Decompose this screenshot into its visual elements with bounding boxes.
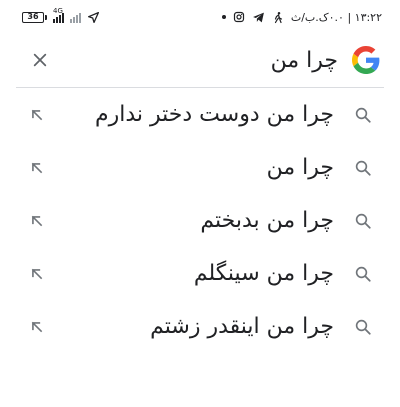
close-button[interactable]	[28, 48, 52, 72]
signal-icon-dim	[70, 11, 81, 23]
search-header: چرا من	[0, 34, 400, 86]
telegram-icon	[252, 12, 264, 22]
close-icon	[33, 53, 47, 67]
instagram-icon	[233, 11, 244, 23]
suggestion-list: چرا من دوست دختر ندارم چرا من چرا من بدب…	[0, 88, 400, 353]
status-bar: 36 4G ۱۳:۲۲ | ۰.۰ک.ب/ث	[0, 0, 400, 34]
battery-level: 36	[22, 11, 44, 23]
walking-icon	[274, 11, 282, 23]
suggestion-item[interactable]: چرا من	[0, 141, 400, 194]
fill-query-arrow-icon[interactable]	[28, 265, 46, 283]
search-icon	[352, 263, 374, 285]
suggestion-item[interactable]: چرا من سینگلم	[0, 247, 400, 300]
suggestion-text: چرا من	[266, 155, 334, 180]
status-right: ۱۳:۲۲ | ۰.۰ک.ب/ث	[221, 10, 382, 24]
network-type: 4G	[53, 7, 63, 15]
suggestion-item[interactable]: چرا من اینقدر زشتم	[0, 300, 400, 353]
suggestion-text: چرا من دوست دختر ندارم	[94, 102, 334, 127]
fill-query-arrow-icon[interactable]	[28, 212, 46, 230]
google-g-logo	[352, 46, 380, 74]
suggestion-text: چرا من سینگلم	[193, 261, 334, 286]
search-icon	[352, 104, 374, 126]
suggestion-text: چرا من بدبختم	[200, 208, 334, 233]
status-left: 36 4G	[22, 7, 100, 24]
signal-icon: 4G	[53, 7, 64, 23]
search-icon	[352, 210, 374, 232]
status-time: ۱۳:۲۲ | ۰.۰ک.ب/ث	[290, 10, 382, 24]
location-arrow-icon	[87, 11, 100, 23]
search-query-area: چرا من	[271, 46, 380, 74]
search-input[interactable]: چرا من	[271, 48, 338, 73]
search-icon	[352, 316, 374, 338]
suggestion-item[interactable]: چرا من دوست دختر ندارم	[0, 88, 400, 141]
fill-query-arrow-icon[interactable]	[28, 106, 46, 124]
search-icon	[352, 157, 374, 179]
fill-query-arrow-icon[interactable]	[28, 159, 46, 177]
fill-query-arrow-icon[interactable]	[28, 318, 46, 336]
suggestion-item[interactable]: چرا من بدبختم	[0, 194, 400, 247]
dot-icon	[221, 15, 226, 19]
suggestion-text: چرا من اینقدر زشتم	[150, 314, 334, 339]
battery-icon: 36	[22, 11, 47, 23]
